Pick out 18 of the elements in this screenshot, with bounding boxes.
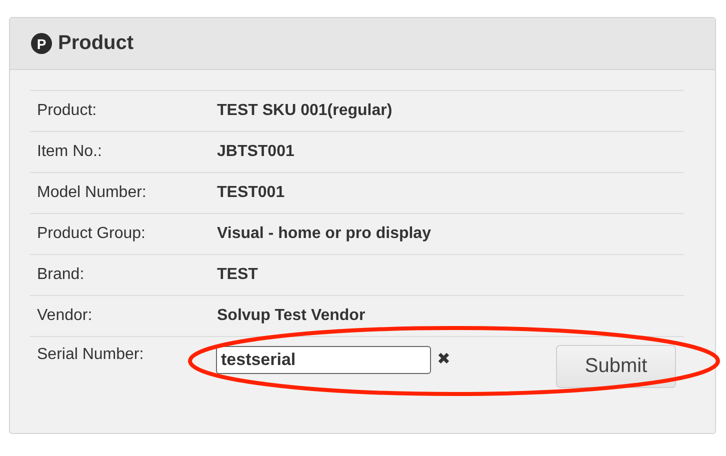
serial-number-field[interactable]: testserial	[216, 346, 431, 374]
field-value: Solvup Test Vendor	[217, 307, 366, 325]
field-label: Serial Number:	[36, 346, 145, 364]
clear-icon[interactable]: ✖	[437, 349, 450, 369]
panel-title: Product	[58, 32, 134, 55]
field-value: TEST001	[217, 184, 285, 202]
field-value: Visual - home or pro display	[217, 225, 431, 243]
field-value: TEST	[217, 266, 258, 284]
field-value: JBTST001	[217, 143, 294, 161]
field-label: Vendor:	[36, 307, 94, 325]
product-icon: P	[31, 33, 52, 54]
field-label: Item No.:	[36, 143, 103, 161]
submit-button[interactable]: Submit	[556, 345, 676, 388]
field-value: TEST SKU 001(regular)	[217, 102, 392, 120]
field-label: Product Group:	[36, 225, 146, 243]
field-label: Model Number:	[36, 184, 148, 202]
field-label: Product:	[36, 102, 98, 120]
field-label: Brand:	[36, 266, 86, 284]
